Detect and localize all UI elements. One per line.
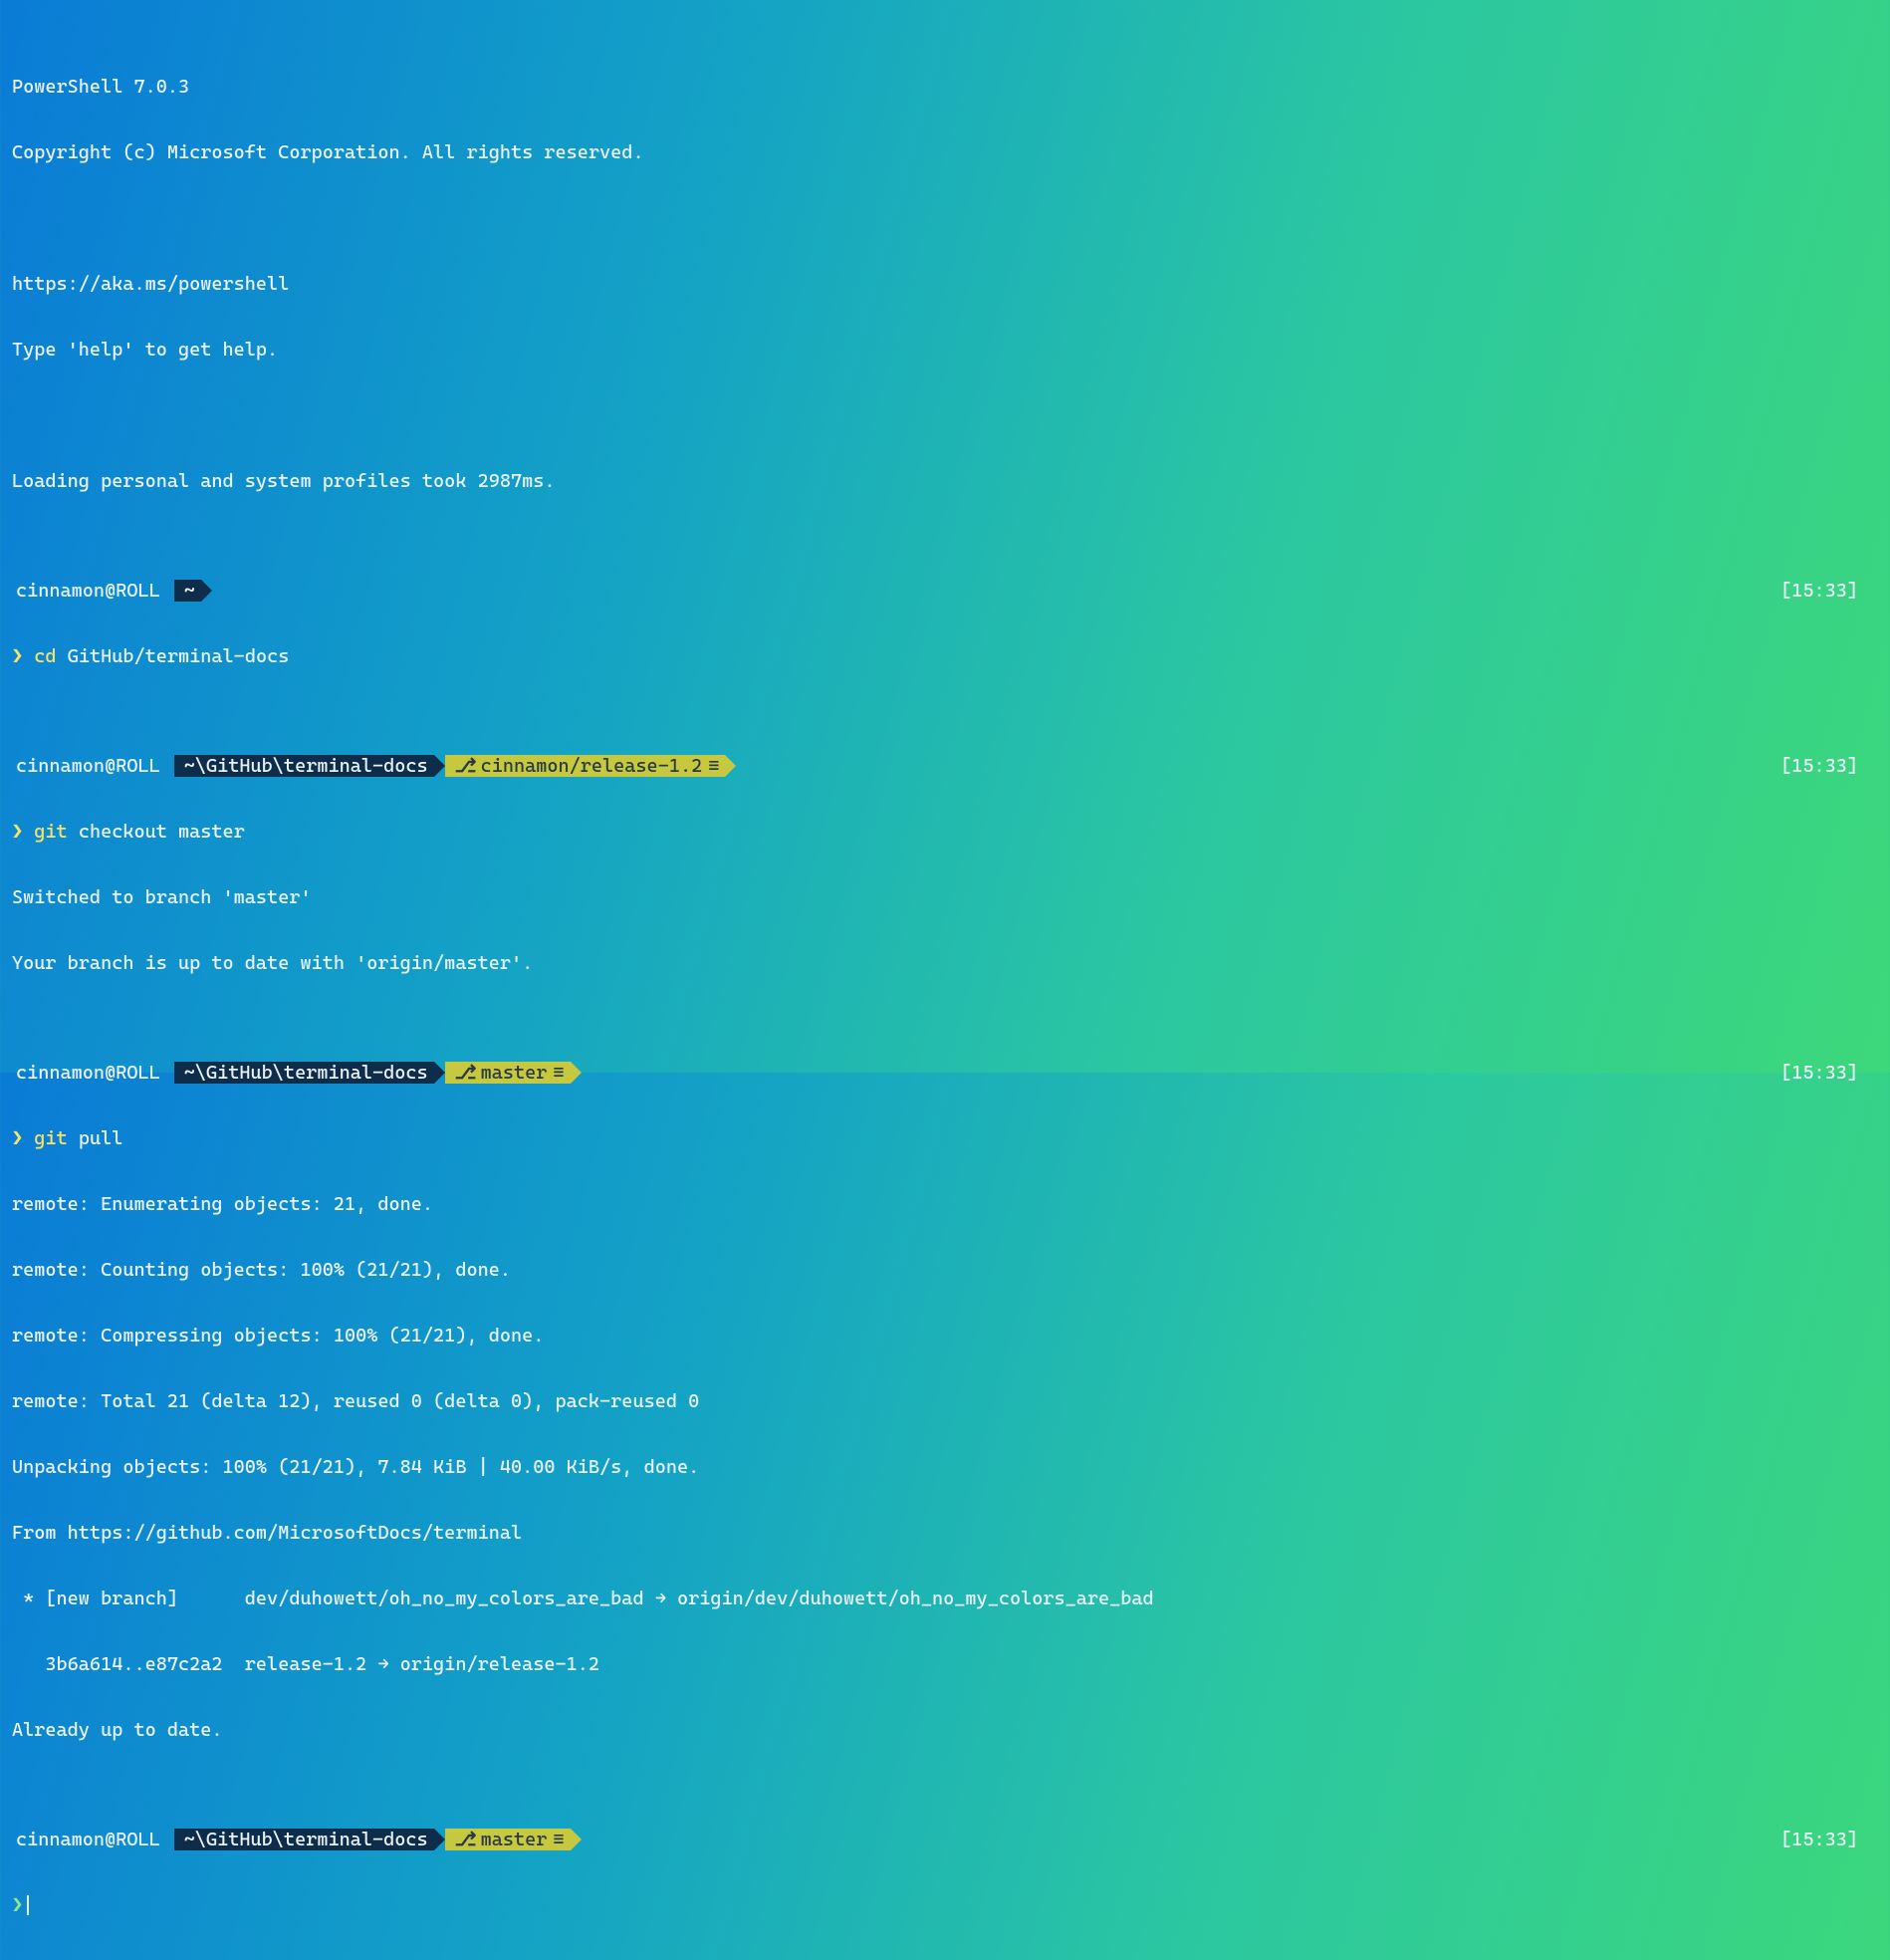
cmd-git-checkout-arg: checkout master xyxy=(79,821,245,843)
cmd-cd-arg: GitHub/terminal-docs xyxy=(68,645,290,667)
ps-copyright: Copyright (c) Microsoft Corporation. All… xyxy=(12,141,644,163)
chevron-right-icon xyxy=(725,755,736,777)
output-text: remote: Counting objects: 100% (21/21), … xyxy=(12,1259,511,1281)
prompt-line-4: cinnamon@ROLL ~\GitHub\terminal-docs ⎇ma… xyxy=(12,1829,582,1850)
cmd-git: git xyxy=(34,821,67,843)
chevron-right-icon xyxy=(434,1829,445,1850)
cwd-segment: ~\GitHub\terminal-docs xyxy=(174,1829,434,1850)
branch-icon: ⎇ xyxy=(455,755,477,777)
ps-version: PowerShell 7.0.3 xyxy=(12,76,189,98)
output-text: Switched to branch 'master' xyxy=(12,886,312,908)
cwd-segment: ~\GitHub\terminal-docs xyxy=(174,755,434,777)
prompt-arrow: ❯ xyxy=(12,1894,23,1916)
branch-status-icon: ≡ xyxy=(553,1829,564,1850)
prompt-arrow: ❯ xyxy=(12,821,23,843)
command-input-line[interactable]: ❯ xyxy=(12,1894,1878,1916)
prompt-arrow: ❯ xyxy=(12,645,23,667)
branch-name: master xyxy=(481,1829,548,1850)
cursor-icon xyxy=(27,1895,29,1915)
timestamp: [15:33] xyxy=(1780,755,1878,777)
output-text: Your branch is up to date with 'origin/m… xyxy=(12,952,533,974)
output-text: Unpacking objects: 100% (21/21), 7.84 Ki… xyxy=(12,1456,699,1478)
chevron-right-icon xyxy=(571,1062,582,1084)
timestamp: [15:33] xyxy=(1780,580,1878,602)
terminal-window[interactable]: PowerShell 7.0.3 Copyright (c) Microsoft… xyxy=(12,10,1878,1960)
user-host-segment: cinnamon@ROLL xyxy=(12,1062,168,1084)
chevron-right-icon xyxy=(434,1062,445,1084)
prompt-line-1: cinnamon@ROLL ~ xyxy=(12,580,212,602)
output-text: * [new branch] dev/duhowett/oh_no_my_col… xyxy=(12,1588,1154,1609)
cmd-git-pull-arg: pull xyxy=(79,1127,123,1149)
output-text: remote: Enumerating objects: 21, done. xyxy=(12,1193,433,1215)
output-text: remote: Total 21 (delta 12), reused 0 (d… xyxy=(12,1390,699,1412)
cmd-git: git xyxy=(34,1127,67,1149)
user-host-segment: cinnamon@ROLL xyxy=(12,1829,168,1850)
branch-segment: ⎇master≡ xyxy=(445,1829,571,1850)
branch-icon: ⎇ xyxy=(455,1062,477,1084)
prompt-line-2: cinnamon@ROLL ~\GitHub\terminal-docs ⎇ci… xyxy=(12,755,736,777)
profiles-load-time: Loading personal and system profiles too… xyxy=(12,470,556,492)
branch-segment: ⎇cinnamon/release-1.2≡ xyxy=(445,755,726,777)
output-text: Already up to date. xyxy=(12,1719,223,1741)
output-text: 3b6a614..e87c2a2 release-1.2 → origin/re… xyxy=(12,1653,599,1675)
chevron-right-icon xyxy=(434,755,445,777)
chevron-right-icon xyxy=(201,580,212,602)
branch-name: cinnamon/release-1.2 xyxy=(481,755,703,777)
output-text: remote: Compressing objects: 100% (21/21… xyxy=(12,1325,544,1347)
branch-status-icon: ≡ xyxy=(708,755,719,777)
prompt-line-3: cinnamon@ROLL ~\GitHub\terminal-docs ⎇ma… xyxy=(12,1062,582,1084)
user-host-segment: cinnamon@ROLL xyxy=(12,755,168,777)
ps-link: https://aka.ms/powershell xyxy=(12,273,289,295)
cwd-segment: ~\GitHub\terminal-docs xyxy=(174,1062,434,1084)
output-text: From https://github.com/MicrosoftDocs/te… xyxy=(12,1522,522,1544)
user-host-segment: cinnamon@ROLL xyxy=(12,580,168,602)
ps-help-hint: Type 'help' to get help. xyxy=(12,339,278,361)
branch-segment: ⎇master≡ xyxy=(445,1062,571,1084)
branch-name: master xyxy=(481,1062,548,1084)
timestamp: [15:33] xyxy=(1780,1062,1878,1084)
timestamp: [15:33] xyxy=(1780,1829,1878,1850)
prompt-arrow: ❯ xyxy=(12,1127,23,1149)
cmd-cd: cd xyxy=(34,645,56,667)
branch-status-icon: ≡ xyxy=(553,1062,564,1084)
chevron-right-icon xyxy=(571,1829,582,1850)
cwd-segment: ~ xyxy=(174,580,201,602)
branch-icon: ⎇ xyxy=(455,1829,477,1850)
